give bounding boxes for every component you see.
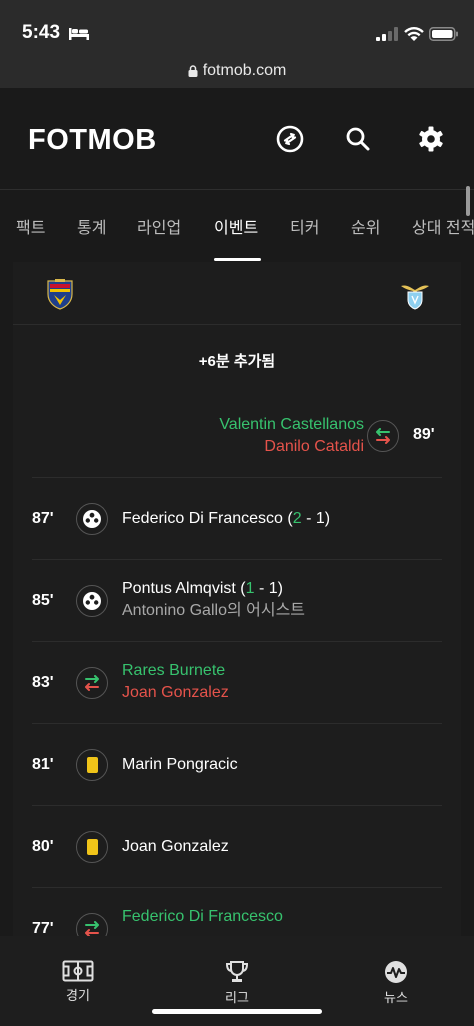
tab-stats[interactable]: 통계 (77, 214, 106, 238)
signal-icon (376, 27, 398, 41)
tab-ticker[interactable]: 티커 (290, 214, 319, 238)
assist-text: Antonino Gallo의 어시스트 (122, 602, 306, 619)
substitution-icon (76, 667, 108, 699)
url-bar[interactable]: fotmob.com (0, 62, 474, 88)
tab-events[interactable]: 이벤트 (214, 214, 258, 238)
wifi-icon (404, 27, 424, 41)
goal-scorer: Pontus Almqvist (122, 580, 236, 597)
nav-label: 뉴스 (384, 990, 408, 1005)
nav-leagues[interactable]: 리그 (207, 960, 267, 1006)
events-card: +6분 추가됨 Valentin Castellanos Danilo Cata… (13, 262, 461, 942)
lock-icon (188, 65, 198, 77)
home-indicator[interactable] (152, 1009, 322, 1014)
player-in: Valentin Castellanos (219, 416, 364, 433)
nav-label: 리그 (225, 990, 249, 1005)
bed-icon (69, 28, 89, 40)
player-in: Rares Burnete (122, 662, 226, 679)
event-minute: 89' (413, 426, 435, 443)
pitch-icon (62, 960, 94, 982)
battery-icon (429, 27, 458, 41)
substitution-icon (367, 420, 399, 452)
transfer-icon[interactable] (275, 124, 305, 154)
search-icon[interactable] (343, 124, 373, 154)
goal-ball-icon (76, 585, 108, 617)
tab-facts[interactable]: 팩트 (16, 214, 45, 238)
status-time: 5:43 (22, 22, 61, 43)
player-out: Joan Gonzalez (122, 684, 229, 701)
scrollbar[interactable] (466, 186, 470, 216)
active-tab-indicator (214, 258, 261, 261)
news-icon (385, 961, 407, 983)
event-row[interactable]: Valentin Castellanos Danilo Cataldi 89' (32, 396, 442, 478)
teams-row (13, 262, 461, 325)
score-home: 2 (292, 510, 302, 527)
tab-table[interactable]: 순위 (351, 214, 380, 238)
event-minute: 80' (32, 838, 54, 855)
goal-scorer: Federico Di Francesco (122, 510, 283, 527)
nav-matches[interactable]: 경기 (48, 960, 108, 1004)
event-row[interactable]: 80' Joan Gonzalez (32, 806, 442, 888)
player-in: Federico Di Francesco (122, 908, 283, 925)
player-out: Danilo Cataldi (264, 438, 364, 455)
trophy-icon (225, 961, 249, 982)
added-time-label: +6분 추가됨 (198, 353, 276, 370)
status-bar: 5:43 (0, 0, 474, 62)
event-row[interactable]: 85' Pontus Almqvist (1 - 1) Antonino Gal… (32, 560, 442, 642)
url-text: fotmob.com (202, 62, 287, 79)
lecce-crest[interactable] (45, 278, 75, 310)
event-row[interactable]: 77' Federico Di Francesco (32, 888, 442, 942)
event-row[interactable]: 87' Federico Di Francesco (2 - 1) (32, 478, 442, 560)
tab-head-to-head[interactable]: 상대 전적 (412, 214, 474, 238)
goal-description: Federico Di Francesco (2 - 1) (122, 510, 331, 527)
nav-label: 경기 (66, 988, 90, 1003)
yellow-card-icon (76, 749, 108, 781)
event-minute: 85' (32, 592, 54, 609)
tab-lineup[interactable]: 라인업 (137, 214, 181, 238)
fotmob-logo[interactable]: FOTMOB (28, 124, 157, 156)
event-minute: 83' (32, 674, 54, 691)
booked-player: Marin Pongracic (122, 756, 238, 773)
goal-ball-icon (76, 503, 108, 535)
score-home: 1 (245, 580, 255, 597)
logo-text: FOTMOB (28, 123, 157, 156)
app-header: FOTMOB (0, 88, 474, 190)
lazio-crest[interactable] (399, 278, 431, 310)
nav-news[interactable]: 뉴스 (366, 960, 426, 1006)
goal-description: Pontus Almqvist (1 - 1) (122, 580, 283, 597)
gear-icon[interactable] (416, 124, 446, 154)
tab-bar: 팩트 통계 라인업 이벤트 티커 순위 상대 전적 (0, 190, 474, 262)
event-minute: 81' (32, 756, 54, 773)
yellow-card-icon (76, 831, 108, 863)
booked-player: Joan Gonzalez (122, 838, 229, 855)
event-minute: 87' (32, 510, 54, 527)
event-row[interactable]: 83' Rares Burnete Joan Gonzalez (32, 642, 442, 724)
event-row[interactable]: 81' Marin Pongracic (32, 724, 442, 806)
